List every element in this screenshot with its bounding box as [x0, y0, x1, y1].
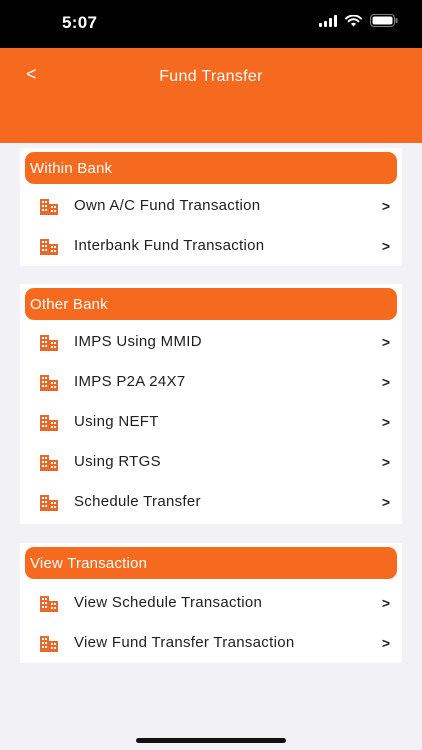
chevron-right-icon: >	[381, 635, 390, 651]
menu-item-imps-using-mmid[interactable]: IMPS Using MMID >	[20, 322, 402, 362]
bank-building-icon	[40, 455, 58, 471]
bank-building-icon	[40, 495, 58, 511]
section-view-transaction: View Transaction View Schedule Transacti…	[20, 543, 402, 663]
section-header-within-bank: Within Bank	[25, 152, 397, 184]
nav-header: < Fund Transfer	[0, 48, 422, 143]
section-within-bank: Within Bank Own A/C Fund Transaction > I…	[20, 148, 402, 266]
menu-item-imps-p2a-24x7[interactable]: IMPS P2A 24X7 >	[20, 362, 402, 402]
menu-item-label: IMPS P2A 24X7	[74, 373, 186, 390]
status-bar: 5:07	[0, 0, 422, 48]
menu-item-label: Interbank Fund Transaction	[74, 237, 265, 254]
menu-item-label: Own A/C Fund Transaction	[74, 197, 261, 214]
chevron-right-icon: >	[381, 595, 390, 611]
bank-building-icon	[40, 375, 58, 391]
page-title: Fund Transfer	[159, 68, 263, 85]
status-time: 5:07	[62, 13, 98, 32]
home-indicator	[136, 738, 286, 743]
chevron-right-icon: >	[381, 454, 390, 470]
bank-building-icon	[40, 199, 58, 215]
menu-item-label: Using NEFT	[74, 413, 159, 430]
menu-item-using-neft[interactable]: Using NEFT >	[20, 402, 402, 442]
chevron-right-icon: >	[381, 334, 390, 350]
bank-building-icon	[40, 636, 58, 652]
menu-item-using-rtgs[interactable]: Using RTGS >	[20, 442, 402, 482]
menu-item-label: Schedule Transfer	[74, 493, 201, 510]
bank-building-icon	[40, 239, 58, 255]
chevron-right-icon: >	[381, 198, 390, 214]
bank-building-icon	[40, 415, 58, 431]
section-header-view-transaction: View Transaction	[25, 547, 397, 579]
menu-item-label: IMPS Using MMID	[74, 333, 202, 350]
menu-item-schedule-transfer[interactable]: Schedule Transfer >	[20, 482, 402, 522]
battery-icon	[370, 14, 398, 27]
signal-icon	[319, 14, 337, 27]
menu-item-view-fund-transfer-transaction[interactable]: View Fund Transfer Transaction >	[20, 623, 402, 663]
section-header-other-bank: Other Bank	[25, 288, 397, 320]
menu-item-label: Using RTGS	[74, 453, 161, 470]
menu-item-own-ac-fund-transaction[interactable]: Own A/C Fund Transaction >	[20, 186, 402, 226]
wifi-icon	[345, 14, 362, 26]
menu-item-label: View Schedule Transaction	[74, 594, 263, 611]
menu-item-view-schedule-transaction[interactable]: View Schedule Transaction >	[20, 583, 402, 623]
menu-item-label: View Fund Transfer Transaction	[74, 634, 295, 651]
bank-building-icon	[40, 596, 58, 612]
bank-building-icon	[40, 335, 58, 351]
chevron-right-icon: >	[381, 494, 390, 510]
section-other-bank: Other Bank IMPS Using MMID > IMPS P2A 24…	[20, 284, 402, 524]
status-icons	[319, 14, 398, 27]
chevron-right-icon: >	[381, 414, 390, 430]
chevron-right-icon: >	[381, 374, 390, 390]
chevron-right-icon: >	[381, 238, 390, 254]
menu-item-interbank-fund-transaction[interactable]: Interbank Fund Transaction >	[20, 226, 402, 266]
